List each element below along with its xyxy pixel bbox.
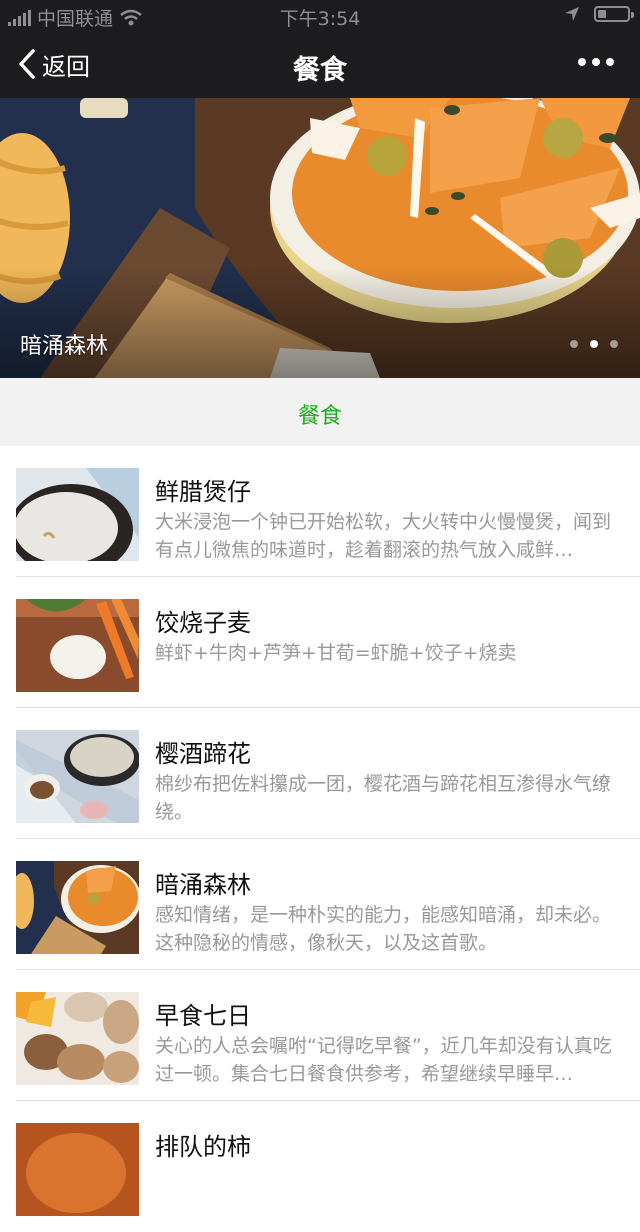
carousel-dot[interactable] — [570, 340, 578, 348]
more-dots-icon — [578, 58, 614, 66]
carousel-dots — [570, 340, 618, 348]
article-title: 早食七日 — [155, 1002, 251, 1030]
thumbnail-image — [16, 599, 139, 692]
article-title: 樱酒蹄花 — [155, 740, 251, 768]
article-title: 暗涌森林 — [155, 871, 251, 899]
nav-bar: 返回 餐食 — [0, 30, 640, 98]
article-desc: 大米浸泡一个钟已开始松软，大火转中火慢慢煲，闻到有点儿微焦的味道时，趁着翻滚的热… — [155, 511, 612, 561]
article-list: 鲜腊煲仔 大米浸泡一个钟已开始松软，大火转中火慢慢煲，闻到有点儿微焦的味道时，趁… — [0, 446, 640, 1232]
battery-level — [598, 10, 607, 18]
article-desc: 棉纱布把佐料攥成一团，樱花酒与蹄花相互渗得水气缭绕。 — [155, 773, 612, 823]
list-item[interactable]: 暗涌森林 感知情绪，是一种朴实的能力，能感知暗涌，却未必。这种隐秘的情感，像秋天… — [0, 839, 640, 970]
article-title: 鲜腊煲仔 — [155, 478, 251, 506]
article-desc: 感知情绪，是一种朴实的能力，能感知暗涌，却未必。这种隐秘的情感，像秋天，以及这首… — [155, 904, 612, 954]
thumbnail-image — [16, 992, 139, 1085]
thumbnail-image — [16, 861, 139, 954]
list-item[interactable]: 鲜腊煲仔 大米浸泡一个钟已开始松软，大火转中火慢慢煲，闻到有点儿微焦的味道时，趁… — [0, 446, 640, 577]
list-item[interactable]: 饺烧子麦 鲜虾+牛肉+芦笋+甘荀=虾脆+饺子+烧卖 — [0, 577, 640, 708]
carousel-dot[interactable] — [610, 340, 618, 348]
more-button[interactable] — [578, 58, 614, 66]
thumbnail-image — [16, 468, 139, 561]
status-time: 下午3:54 — [279, 8, 361, 30]
banner-carousel[interactable]: 暗涌森林 — [0, 98, 640, 378]
carousel-dot[interactable] — [590, 340, 598, 348]
thumbnail-image — [16, 730, 139, 823]
status-bar: 中国联通 下午3:54 — [0, 0, 640, 30]
battery-icon — [594, 6, 634, 22]
article-title: 排队的柿 — [155, 1133, 251, 1161]
article-desc: 鲜虾+牛肉+芦笋+甘荀=虾脆+饺子+烧卖 — [155, 642, 517, 664]
status-right — [564, 6, 634, 22]
article-title: 饺烧子麦 — [155, 609, 251, 637]
article-desc: 关心的人总会嘱咐“记得吃早餐”，近几年却没有认真吃过一顿。集合七日餐食供参考，希… — [155, 1035, 612, 1085]
thumbnail-image — [16, 1123, 139, 1216]
category-label[interactable]: 餐食 — [298, 398, 342, 430]
list-item[interactable]: 樱酒蹄花 棉纱布把佐料攥成一团，樱花酒与蹄花相互渗得水气缭绕。 — [0, 708, 640, 839]
list-item[interactable]: 早食七日 关心的人总会嘱咐“记得吃早餐”，近几年却没有认真吃过一顿。集合七日餐食… — [0, 970, 640, 1101]
list-item[interactable]: 排队的柿 — [0, 1101, 640, 1232]
page-title: 餐食 — [293, 55, 347, 86]
category-bar: 餐食 — [0, 378, 640, 446]
banner-caption: 暗涌森林 — [20, 334, 109, 359]
location-arrow-icon — [565, 7, 579, 21]
